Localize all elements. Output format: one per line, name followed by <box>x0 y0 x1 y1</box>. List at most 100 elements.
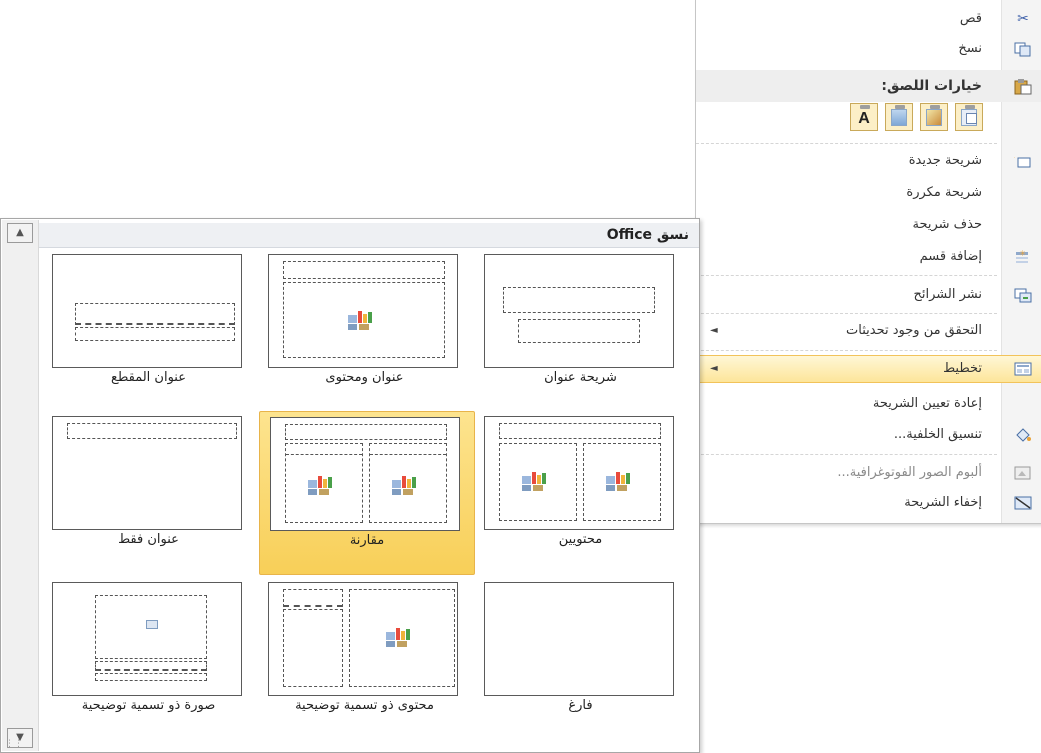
menu-item-new-slide[interactable]: ✳ شريحة جديدة <box>696 148 1041 174</box>
layout-thumbnail <box>52 582 242 696</box>
format-background-icon <box>1014 427 1032 443</box>
gallery-header: نسق Office <box>39 223 699 248</box>
text-placeholder <box>75 327 235 341</box>
layout-tile-label: محتوى ذو تسمية توضيحية <box>295 698 434 713</box>
copy-icon <box>1014 41 1032 57</box>
layout-thumbnail <box>52 416 242 530</box>
content-placeholder <box>283 282 445 358</box>
layout-icon <box>1014 361 1032 377</box>
add-section-icon: ✳ <box>1014 249 1032 265</box>
menu-item-reset-slide[interactable]: إعادة تعيين الشريحة <box>696 391 1041 417</box>
layout-tile-content-with-caption[interactable]: محتوى ذو تسمية توضيحية <box>263 577 466 737</box>
menu-item-copy[interactable]: نسخ <box>696 36 1041 62</box>
title-placeholder <box>283 261 445 279</box>
layout-tile-label: عنوان فقط <box>118 532 179 547</box>
layout-tile-label: محتويين <box>558 532 603 547</box>
layout-tile-label: عنوان المقطع <box>111 370 186 385</box>
resize-grip-icon[interactable]: ⋮⋮ <box>5 739 23 749</box>
layout-tile-label: عنوان ومحتوى <box>325 370 404 385</box>
paste-keep-text-glyph: A <box>858 110 870 127</box>
title-placeholder <box>283 589 343 607</box>
menu-item-hide-slide-label: إخفاء الشريحة <box>904 495 982 510</box>
scroll-up-button[interactable]: ▲ <box>7 223 33 243</box>
text-placeholder <box>95 673 207 681</box>
menu-item-hide-slide[interactable]: إخفاء الشريحة <box>696 490 1041 516</box>
menu-item-cut-label: قص <box>959 11 982 26</box>
layout-tile-two-content[interactable]: محتويين <box>479 411 682 571</box>
menu-item-format-background[interactable]: تنسيق الخلفية... <box>696 422 1041 448</box>
menu-item-publish-slides-label: نشر الشرائح <box>913 287 983 302</box>
subtitle-placeholder <box>518 319 640 343</box>
layout-thumbnail <box>270 417 460 531</box>
content-placeholder-icon <box>522 470 552 492</box>
layout-thumbnail <box>268 582 458 696</box>
menu-item-delete-slide[interactable]: حذف شريحة <box>696 212 1041 238</box>
menu-item-duplicate-slide-label: شريحة مكررة <box>906 185 982 200</box>
content-placeholder <box>349 589 455 687</box>
layout-thumbnail <box>484 582 674 696</box>
menu-item-reset-slide-label: إعادة تعيين الشريحة <box>872 396 982 411</box>
paste-icon <box>1014 78 1032 95</box>
layout-tile-title-only[interactable]: عنوان فقط <box>47 411 250 571</box>
svg-text:✳: ✳ <box>1014 154 1015 164</box>
menu-item-photo-album-label: ألبوم الصور الفوتوغرافية... <box>837 465 982 480</box>
content-placeholder-icon <box>606 470 636 492</box>
layout-tile-title-and-content[interactable]: عنوان ومحتوى <box>263 249 466 409</box>
layout-tile-section-header[interactable]: عنوان المقطع <box>47 249 250 409</box>
hide-slide-icon <box>1014 495 1032 511</box>
paste-use-destination-theme-button[interactable] <box>955 103 983 131</box>
title-placeholder <box>95 661 207 671</box>
menu-separator <box>696 350 997 351</box>
paste-picture-button[interactable] <box>885 103 913 131</box>
menu-separator <box>696 275 997 276</box>
content-placeholder <box>583 443 661 521</box>
menu-item-format-background-label: تنسيق الخلفية... <box>893 427 982 442</box>
submenu-arrow-icon: ◄ <box>710 363 718 374</box>
menu-item-copy-label: نسخ <box>958 41 982 56</box>
layout-tile-label: شريحة عنوان <box>544 370 617 385</box>
new-slide-icon: ✳ <box>1007 153 1032 169</box>
menu-item-new-slide-label: شريحة جديدة <box>908 153 982 168</box>
layout-tile-comparison[interactable]: مقارنة <box>259 411 475 575</box>
menu-item-add-section[interactable]: ✳ إضافة قسم <box>696 244 1041 270</box>
content-placeholder-icon <box>348 309 378 331</box>
submenu-arrow-icon: ◄ <box>710 325 718 336</box>
menu-item-check-for-updates[interactable]: التحقق من وجود تحديثات ◄ <box>696 318 1041 344</box>
title-placeholder <box>285 424 447 440</box>
layout-thumbnail <box>484 254 674 368</box>
menu-separator <box>696 143 997 144</box>
menu-item-photo-album[interactable]: ألبوم الصور الفوتوغرافية... <box>696 460 1041 486</box>
layout-gallery: ▲ ▼ ⋮⋮ نسق Office شريحة عنوان عنوان ومحت… <box>0 218 700 753</box>
menu-separator <box>696 454 997 455</box>
layout-thumbnail <box>268 254 458 368</box>
menu-item-cut[interactable]: ✂ قص <box>696 6 1041 32</box>
title-placeholder <box>503 287 655 313</box>
layout-tile-blank[interactable]: فارغ <box>479 577 682 737</box>
photo-album-icon <box>1014 465 1032 481</box>
paste-options-header: خيارات اللصق: <box>696 70 1041 102</box>
svg-text:✳: ✳ <box>1019 249 1026 258</box>
publish-slides-icon <box>1014 287 1032 303</box>
content-placeholder-icon <box>308 474 338 496</box>
menu-item-layout-label: تخطيط <box>943 361 982 376</box>
layout-tile-title-slide[interactable]: شريحة عنوان <box>479 249 682 409</box>
title-placeholder <box>499 423 661 439</box>
menu-item-duplicate-slide[interactable]: شريحة مكررة <box>696 180 1041 206</box>
picture-placeholder <box>95 595 207 659</box>
menu-separator <box>696 313 997 314</box>
menu-item-delete-slide-label: حذف شريحة <box>912 217 982 232</box>
menu-item-check-for-updates-label: التحقق من وجود تحديثات <box>846 323 982 338</box>
paste-keep-source-formatting-button[interactable] <box>920 103 948 131</box>
title-placeholder <box>67 423 237 439</box>
content-placeholder-icon <box>392 474 422 496</box>
menu-item-layout[interactable]: تخطيط ◄ <box>696 355 1041 383</box>
gallery-scrollbar[interactable]: ▲ ▼ <box>2 220 39 751</box>
layout-tile-picture-with-caption[interactable]: صورة ذو تسمية توضيحية <box>47 577 250 737</box>
content-placeholder <box>369 443 447 523</box>
scissors-icon: ✂ <box>1017 11 1029 27</box>
content-placeholder <box>285 443 363 523</box>
content-placeholder-icon <box>386 626 416 648</box>
paste-keep-text-only-button[interactable]: A <box>850 103 878 131</box>
menu-item-publish-slides[interactable]: نشر الشرائح <box>696 282 1041 308</box>
layout-thumbnail <box>484 416 674 530</box>
